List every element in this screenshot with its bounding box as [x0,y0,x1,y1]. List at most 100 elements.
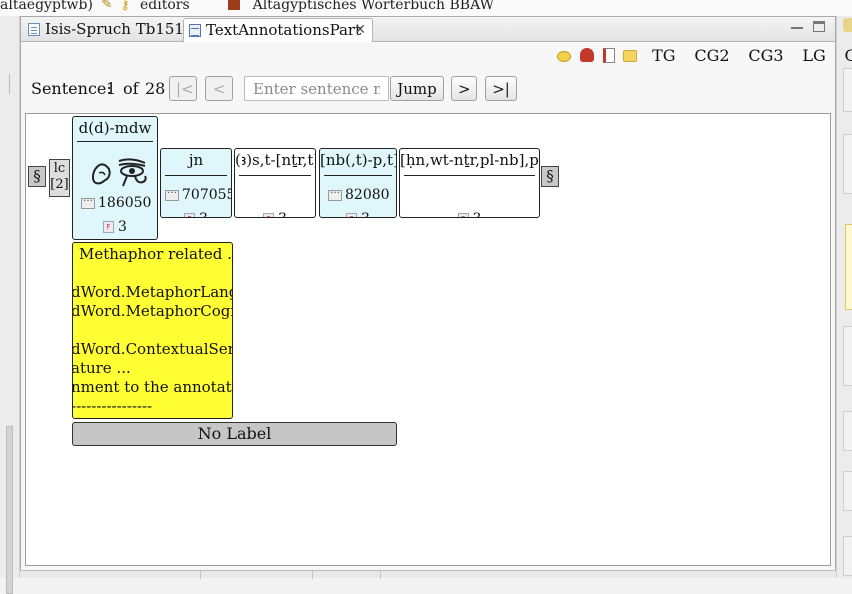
annotation-note[interactable]: Methaphor related ... dWord.MetaphorLang… [72,242,233,419]
annotation-canvas: § lc [2] d(d)-mdw 186050 F3 [25,113,831,566]
flexion-row: F3 [161,211,231,217]
sentence-end-marker[interactable]: § [541,166,559,187]
toolbar: TG CG2 CG3 LG CG [557,45,852,67]
booklet-icon[interactable] [602,47,615,63]
pencil-icon: ✎ [101,0,113,12]
book-icon [228,0,241,10]
bottom-panel-strip [20,570,836,579]
word-transliteration: [nb(,t)-p,t] [320,151,396,169]
maximize-icon[interactable] [813,21,825,32]
jump-button[interactable]: Jump [390,76,444,101]
lemma-icon [328,185,342,201]
annotation-line: ature ... [72,359,131,377]
flexion-icon: F [346,213,358,217]
tg-button[interactable]: TG [652,46,675,65]
label-box[interactable]: No Label [72,422,397,446]
right-panel-slot[interactable] [843,471,852,511]
cg-button[interactable]: CG [845,46,852,65]
sentence-start-marker[interactable]: § [28,166,46,187]
word-separator [165,175,227,176]
right-panel-slot[interactable] [843,68,852,112]
flexion-code: 3 [118,219,127,235]
flexion-icon: F [457,213,469,217]
flexion-code: 3 [199,211,208,217]
word-separator [239,175,311,176]
sentence-number-input[interactable] [244,76,389,101]
word-box[interactable]: [ḥn,wt-nṯr,pl-nb],pl F3 [399,148,540,218]
previous-sentence-button[interactable]: < [205,76,233,101]
cg2-button[interactable]: CG2 [694,46,729,65]
lc-value: [2] [50,177,69,192]
line-count-box[interactable]: lc [2] [49,159,70,197]
word-separator [77,141,153,142]
word-separator [404,175,535,176]
annotation-line [73,321,232,340]
tab-label: Isis-Spruch Tb151b [45,20,194,38]
right-panel-slot[interactable] [843,134,852,194]
tab-isis-spruch[interactable]: Isis-Spruch Tb151b [23,18,194,42]
right-panel-icon[interactable] [843,18,852,32]
tab-text-annotations-part[interactable]: TextAnnotationsPart ✕ [183,18,373,42]
people-icon[interactable] [579,48,594,62]
folder-icon[interactable] [623,50,638,62]
next-sentence-button[interactable]: > [451,76,477,101]
key-icon: ⚷ [120,0,130,12]
right-side-panel [836,16,852,578]
flexion-code: 3 [278,211,287,217]
speech-bubble-icon[interactable] [557,50,571,62]
cg3-button[interactable]: CG3 [748,46,783,65]
flexion-row: F3 [400,211,539,217]
annotation-line: nment to the annotatio [72,378,233,396]
word-box[interactable]: (ꜣ)s,t-[nṯr,t] F3 [234,148,316,218]
sentence-label: Sentence: [31,79,112,98]
right-panel-slot[interactable] [843,536,852,576]
right-panel-slot[interactable] [843,411,852,451]
lemma-icon [165,185,179,201]
annotation-line: dWord.MetaphorLang [72,283,233,301]
document-icon [28,23,40,36]
breadcrumb: altaegyptwb) ✎ ⚷ editors Altägyptisches … [0,0,852,16]
flexion-row: F3 [320,211,396,217]
annotation-line: ---------------- [72,397,153,415]
word-transliteration: [ḥn,wt-nṯr,pl-nb],pl [400,151,539,169]
word-box[interactable]: [nb(,t)-p,t] 82080 F3 [319,148,397,218]
left-panel-marker [2,74,10,94]
sentence-of-label: of [123,79,139,98]
lemma-icon [81,193,95,209]
flexion-code: 3 [473,211,482,217]
flexion-icon: F [103,221,115,233]
annotation-line: dWord.ContextualSen [72,340,233,358]
last-sentence-button[interactable]: >| [485,76,517,101]
breadcrumb-segment-dictionary[interactable]: Altägyptisches Wörterbuch BBAW [253,0,494,12]
first-sentence-button[interactable]: |< [169,76,197,101]
right-panel-slot[interactable] [843,326,852,386]
word-transliteration: (ꜣ)s,t-[nṯr,t] [235,151,315,169]
breadcrumb-segment-editors[interactable]: editors [140,0,190,12]
flexion-icon: F [263,213,275,217]
annotation-line: Methaphor related ... [79,245,233,263]
right-panel-highlight[interactable] [845,224,852,310]
word-transliteration: d(d)-mdw [78,119,152,137]
hieroglyph-icon [91,158,147,187]
breadcrumb-segment-project[interactable]: altaegyptwb) [0,0,93,12]
lemma-id: 707055 [182,187,232,203]
tab-label: TextAnnotationsPart [206,21,362,39]
lemma-row: 186050 [81,193,157,211]
flexion-row: F3 [73,219,157,235]
lc-label: lc [53,161,66,176]
flexion-icon: F [184,213,196,217]
close-icon[interactable]: ✕ [354,19,366,41]
word-transliteration: jn [188,151,204,169]
word-box[interactable]: jn 707055 F3 [160,148,232,218]
left-panel-scrollbar[interactable] [6,426,13,594]
sentence-total: 28 [145,79,166,98]
word-separator [324,175,392,176]
flexion-code: 3 [361,211,370,217]
minimize-icon[interactable] [791,21,803,29]
left-side-panel [0,16,20,594]
annotation-line: dWord.MetaphorCogr [72,302,233,320]
word-box[interactable]: d(d)-mdw 186050 F3 [72,116,158,240]
sentence-current: 1 [106,79,117,98]
lg-button[interactable]: LG [802,46,825,65]
flexion-row: F3 [235,211,315,217]
